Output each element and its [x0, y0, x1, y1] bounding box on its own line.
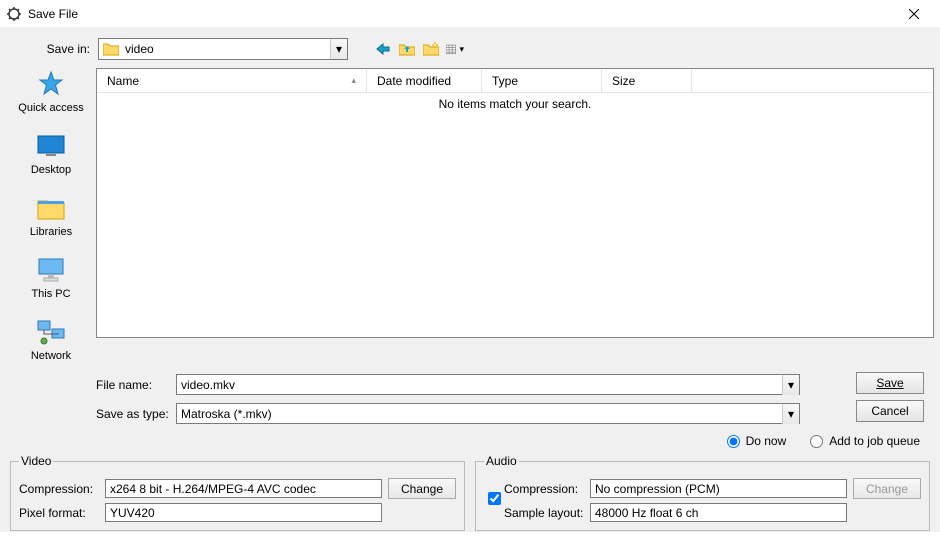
libraries-icon: [35, 192, 67, 224]
video-compression-label: Compression:: [19, 482, 99, 496]
radio-add-queue[interactable]: Add to job queue: [810, 434, 920, 448]
savein-label: Save in:: [20, 42, 90, 56]
close-button[interactable]: [894, 0, 934, 28]
place-libraries[interactable]: Libraries: [11, 192, 91, 238]
chevron-down-icon: ▾: [782, 375, 799, 395]
sort-asc-icon: ▴: [351, 75, 356, 86]
window-title: Save File: [28, 7, 894, 21]
column-name[interactable]: Name▴: [97, 69, 367, 92]
video-compression-value: x264 8 bit - H.264/MPEG-4 AVC codec: [105, 479, 382, 498]
up-button[interactable]: [398, 40, 416, 58]
places-bar: Quick access Desktop Libraries This PC: [6, 68, 96, 362]
saveastype-combo[interactable]: Matroska (*.mkv) ▾: [176, 403, 800, 424]
savein-bar: Save in: video ▾ ▾: [0, 28, 940, 68]
audio-sample-layout-value: 48000 Hz float 6 ch: [590, 503, 847, 522]
back-arrow-icon: [375, 43, 391, 55]
empty-message: No items match your search.: [97, 93, 933, 111]
main-area: Quick access Desktop Libraries This PC: [0, 68, 940, 362]
video-pixel-format-value: YUV420: [105, 503, 382, 522]
audio-change-button[interactable]: Change: [853, 478, 921, 499]
queue-radios: Do now Add to job queue: [0, 428, 940, 454]
column-headers: Name▴ Date modified Type Size: [97, 69, 933, 93]
form-area: File name: ▾ Save as type: Matroska (*.m…: [0, 362, 940, 428]
savein-text: video: [123, 42, 330, 56]
titlebar: Save File: [0, 0, 940, 28]
new-folder-icon: [423, 42, 439, 56]
audio-legend: Audio: [484, 454, 519, 468]
audio-compression-value: No compression (PCM): [590, 479, 847, 498]
column-size[interactable]: Size: [602, 69, 692, 92]
audio-compression-label: Compression:: [504, 482, 584, 496]
filename-input[interactable]: [177, 375, 782, 394]
up-folder-icon: [399, 42, 415, 56]
quick-access-icon: [35, 68, 67, 100]
savein-dropdown[interactable]: video ▾: [98, 38, 348, 60]
video-legend: Video: [19, 454, 53, 468]
network-icon: [35, 316, 67, 348]
video-group: Video Compression: x264 8 bit - H.264/MP…: [10, 454, 465, 531]
chevron-down-icon: ▾: [459, 44, 464, 55]
audio-group: Audio Compression: No compression (PCM) …: [475, 454, 930, 531]
video-pixel-format-label: Pixel format:: [19, 506, 99, 520]
chevron-down-icon: ▾: [782, 404, 799, 424]
save-button[interactable]: Save: [856, 372, 924, 394]
view-button[interactable]: ▾: [446, 40, 464, 58]
file-list[interactable]: Name▴ Date modified Type Size No items m…: [96, 68, 934, 338]
saveastype-label: Save as type:: [96, 407, 176, 421]
view-icon: [446, 42, 458, 56]
app-icon: [6, 6, 22, 22]
desktop-icon: [35, 130, 67, 162]
close-icon: [909, 9, 919, 19]
audio-sample-layout-label: Sample layout:: [504, 506, 584, 520]
radio-do-now[interactable]: Do now: [727, 434, 787, 448]
place-desktop[interactable]: Desktop: [11, 130, 91, 176]
column-date[interactable]: Date modified: [367, 69, 482, 92]
place-this-pc[interactable]: This PC: [11, 254, 91, 300]
codec-groups: Video Compression: x264 8 bit - H.264/MP…: [0, 454, 940, 541]
folder-icon: [103, 42, 119, 56]
new-folder-button[interactable]: [422, 40, 440, 58]
place-quick-access[interactable]: Quick access: [11, 68, 91, 114]
saveastype-text: Matroska (*.mkv): [177, 407, 782, 421]
this-pc-icon: [35, 254, 67, 286]
back-button[interactable]: [374, 40, 392, 58]
filename-combo[interactable]: ▾: [176, 374, 800, 395]
filename-label: File name:: [96, 378, 176, 392]
column-type[interactable]: Type: [482, 69, 602, 92]
cancel-button[interactable]: Cancel: [856, 400, 924, 422]
audio-enable-checkbox[interactable]: [488, 492, 501, 505]
place-network[interactable]: Network: [11, 316, 91, 362]
chevron-down-icon: ▾: [330, 39, 347, 59]
video-change-button[interactable]: Change: [388, 478, 456, 499]
toolbar: ▾: [374, 40, 464, 58]
